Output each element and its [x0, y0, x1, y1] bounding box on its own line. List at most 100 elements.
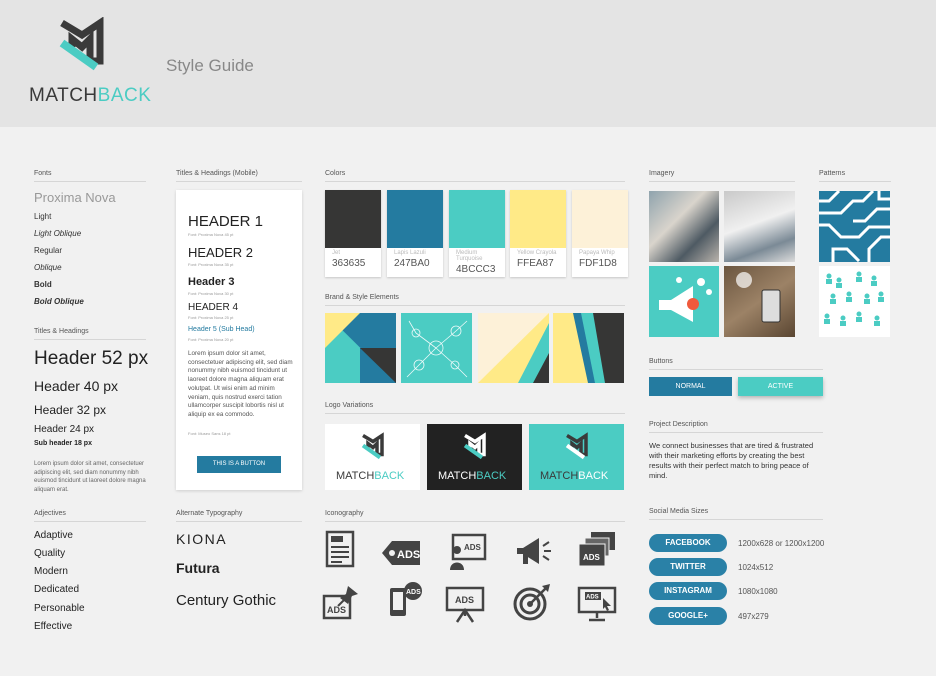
font-weight-light: Light	[34, 212, 52, 221]
ads-easel-icon: ADS	[445, 586, 485, 623]
pattern-people	[819, 266, 890, 337]
active-button[interactable]: ACTIVE	[738, 377, 823, 396]
logo-variation-turquoise: MATCHBACK	[529, 424, 624, 490]
color-hex: FDF1D8	[579, 258, 617, 269]
social-media-section-title: Social Media Sizes	[649, 508, 823, 520]
instagram-size: 1080x1080	[738, 587, 778, 596]
mobile-h4-note: Font: Proxima Nova 25 pt	[188, 315, 234, 320]
ads-presenter-icon: ADS	[450, 533, 487, 570]
adjective-item: Effective	[34, 621, 73, 632]
adjective-item: Personable	[34, 603, 85, 614]
svg-text:ADS: ADS	[586, 595, 599, 601]
color-swatch-turquoise: Medium Turquoise 4BCCC3	[449, 190, 505, 277]
mobile-h1: HEADER 1	[188, 213, 264, 230]
color-chip	[325, 190, 381, 248]
brand-element-geometric-3	[553, 313, 624, 383]
iconography-section-title: Iconography	[325, 510, 625, 522]
logo-wordmark-match: MATCH	[336, 470, 375, 482]
brand-wordmark-match: MATCH	[29, 85, 98, 106]
logo-wordmark: MATCHBACK	[438, 470, 506, 482]
imagery-megaphone-illustration	[649, 266, 719, 337]
adjective-item: Quality	[34, 548, 66, 559]
font-weight-oblique: Oblique	[34, 263, 62, 272]
color-chip	[449, 190, 505, 248]
color-hex: 363635	[332, 258, 366, 269]
colors-section-title: Colors	[325, 170, 625, 182]
logo-mark	[463, 432, 486, 460]
titles-section-title: Titles & Headings	[34, 328, 146, 340]
logo-mark	[361, 432, 384, 460]
mobile-h5-note: Font: Proxima Nova 20 pt	[188, 337, 234, 342]
logo-variation-dark: MATCHBACK	[427, 424, 522, 490]
logo-wordmark: MATCHBACK	[336, 470, 404, 482]
matchback-logo-mark	[59, 17, 104, 71]
target-icon	[513, 584, 550, 621]
mobile-section-title: Titles & Headings (Mobile)	[176, 170, 302, 182]
alt-font-kiona: KIONA	[176, 531, 228, 547]
normal-button[interactable]: NORMAL	[649, 377, 732, 396]
alt-typography-section-title: Alternate Typography	[176, 510, 302, 522]
adjectives-section-title: Adjectives	[34, 510, 146, 522]
logo-wordmark-back: BACK	[476, 470, 507, 482]
color-hex: 247BA0	[394, 258, 430, 269]
ads-monitor-icon: ADS	[577, 586, 617, 622]
font-weight-bold: Bold	[34, 280, 52, 289]
color-chip	[572, 190, 628, 248]
color-name: Yellow Crayola	[517, 250, 557, 256]
ads-pin-icon: ADS	[322, 586, 358, 620]
brand-element-geometric-1	[325, 313, 396, 383]
titles-body-sample: Lorem ipsum dolor sit amet, consectetuer…	[34, 461, 146, 493]
svg-text:ADS: ADS	[406, 589, 421, 596]
header-40-sample: Header 40 px	[34, 378, 119, 394]
logo-variations-section-title: Logo Variations	[325, 402, 625, 414]
logo-wordmark-match: MATCH	[438, 470, 477, 482]
color-name: Jet	[332, 250, 341, 256]
color-name: Lapis Lazuli	[394, 250, 426, 256]
svg-text:ADS: ADS	[464, 543, 482, 552]
svg-text:ADS: ADS	[327, 605, 346, 615]
svg-text:ADS: ADS	[583, 553, 601, 562]
mobile-h2-note: Font: Proxima Nova 35 pt	[188, 262, 234, 267]
font-weight-light-oblique: Light Oblique	[34, 229, 82, 238]
adjective-item: Dedicated	[34, 584, 80, 595]
patterns-section-title: Patterns	[819, 170, 891, 182]
imagery-photo-team	[649, 191, 719, 262]
imagery-section-title: Imagery	[649, 170, 795, 182]
color-chip	[387, 190, 443, 248]
megaphone-icon	[517, 538, 551, 564]
logo-wordmark-back: BACK	[374, 470, 405, 482]
buttons-section-title: Buttons	[649, 358, 823, 370]
imagery-photo-phone	[724, 266, 795, 337]
adjective-item: Adaptive	[34, 530, 73, 541]
ads-tag-icon: ADS	[382, 541, 420, 565]
ads-document-icon	[325, 530, 355, 568]
twitter-pill[interactable]: TWITTER	[649, 558, 727, 576]
pattern-maze	[819, 191, 890, 262]
font-primary-name: Proxima Nova	[34, 190, 116, 205]
project-description-title: Project Description	[649, 421, 823, 433]
logo-mark	[565, 432, 588, 460]
project-description-text: We connect businesses that are tired & f…	[649, 441, 814, 480]
fonts-section-title: Fonts	[34, 170, 146, 182]
alt-font-century-gothic: Century Gothic	[176, 592, 277, 609]
color-name: Papaya Whip	[579, 250, 615, 256]
mobile-body: Lorem ipsum dolor sit amet, consectetuer…	[188, 350, 293, 418]
color-hex: FFEA87	[517, 258, 554, 269]
mobile-h5: Header 5 (Sub Head)	[188, 326, 255, 333]
mobile-h1-note: Font: Proxima Nova 45 pt	[188, 232, 234, 237]
twitter-size: 1024x512	[738, 563, 774, 572]
facebook-pill[interactable]: FACEBOOK	[649, 534, 727, 552]
color-chip	[510, 190, 566, 248]
mobile-sample-button[interactable]: THIS IS A BUTTON	[197, 456, 281, 473]
instagram-pill[interactable]: INSTAGRAM	[649, 582, 727, 600]
google-plus-pill[interactable]: GOOGLE+	[649, 607, 727, 625]
alt-font-futura: Futura	[176, 560, 220, 576]
color-swatch-lapis: Lapis Lazuli 247BA0	[387, 190, 443, 277]
ads-windows-icon: ADS	[578, 532, 615, 567]
color-hex: 4BCCC3	[456, 264, 496, 275]
phone-illustration-icon	[736, 272, 781, 323]
header-52-sample: Header 52 px	[34, 348, 149, 369]
logo-wordmark: MATCHBACK	[540, 470, 608, 482]
mobile-h3-note: Font: Proxima Nova 30 pt	[188, 291, 234, 296]
imagery-photo-desk	[724, 191, 795, 262]
